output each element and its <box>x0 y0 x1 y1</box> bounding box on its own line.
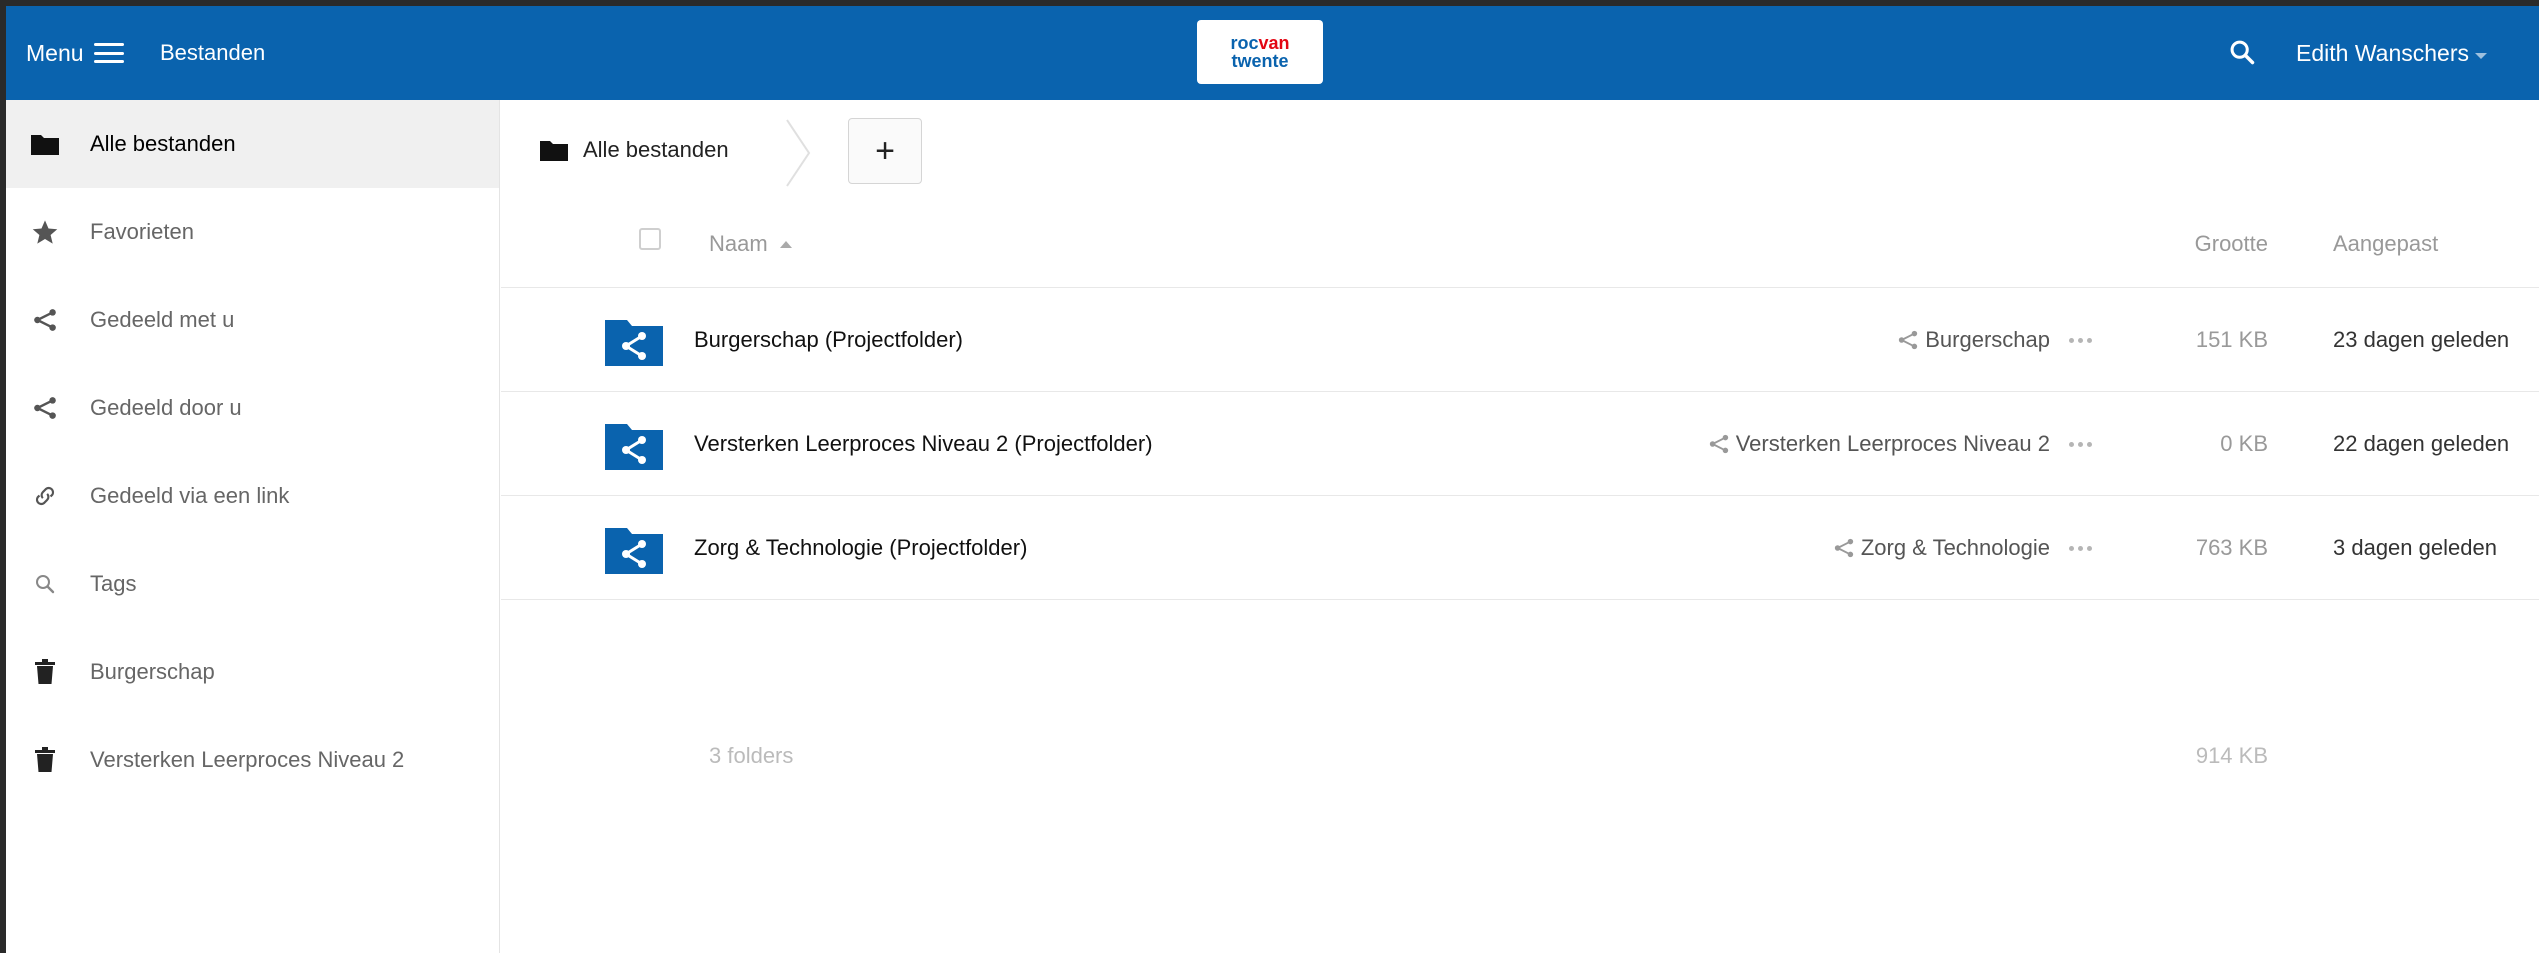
share-icon <box>1899 330 1918 350</box>
sidebar-item-label: Favorieten <box>90 219 194 244</box>
user-name: Edith Wanschers <box>2296 39 2469 66</box>
folder-count: 3 folders <box>709 743 794 768</box>
breadcrumb[interactable]: Alle bestanden <box>539 120 729 180</box>
sidebar-item-all-files[interactable]: Alle bestanden <box>6 100 499 188</box>
app-crumb[interactable]: Bestanden <box>160 6 265 100</box>
sidebar-item-shared-by-you[interactable]: Gedeeld door u <box>6 364 499 452</box>
logo-text-roc: roc <box>1230 33 1259 53</box>
column-header-modified[interactable]: Aangepast <box>2333 200 2438 288</box>
file-name[interactable]: Versterken Leerproces Niveau 2 (Projectf… <box>694 392 1153 496</box>
file-name[interactable]: Burgerschap (Projectfolder) <box>694 288 963 392</box>
hamburger-icon <box>93 43 124 63</box>
file-modified: 22 dagen geleden <box>2333 431 2510 456</box>
shared-folder-icon <box>605 320 663 366</box>
sidebar-item-label: Alle bestanden <box>90 131 236 156</box>
trash-icon <box>28 655 62 689</box>
search-icon <box>28 567 62 601</box>
sidebar-item-label: Gedeeld door u <box>90 395 242 420</box>
file-modified: 23 dagen geleden <box>2333 327 2510 352</box>
column-header-size[interactable]: Grootte <box>2195 200 2268 288</box>
breadcrumb-separator-icon <box>786 119 811 187</box>
sidebar-item-label: Gedeeld via een link <box>90 483 290 508</box>
table-row[interactable]: Versterken Leerproces Niveau 2 (Projectf… <box>501 392 2539 496</box>
folder-icon <box>28 127 62 161</box>
share-icon <box>1709 434 1728 454</box>
sidebar-item-shared-via-link[interactable]: Gedeeld via een link <box>6 452 499 540</box>
sidebar-item-label: Versterken Leerproces Niveau 2 <box>90 747 405 772</box>
share-icon <box>1834 538 1853 558</box>
add-new-button[interactable]: + <box>848 118 922 184</box>
logo-text-twente: twente <box>1231 51 1289 71</box>
caret-down-icon <box>2475 53 2487 59</box>
top-header: Menu Bestanden rocvan twente Edith Wansc… <box>6 6 2539 100</box>
column-header-name-label: Naam <box>709 231 768 256</box>
share-indicator[interactable]: Zorg & Technologie <box>1833 496 2050 600</box>
user-menu[interactable]: Edith Wanschers <box>2296 6 2487 100</box>
sidebar-item-shared-with-you[interactable]: Gedeeld met u <box>6 276 499 364</box>
shared-folder-icon <box>605 424 663 470</box>
file-size: 0 KB <box>2220 431 2268 456</box>
sidebar: Alle bestanden Favorieten Gedeeld met u … <box>6 100 500 953</box>
sidebar-item-label: Gedeeld met u <box>90 307 235 332</box>
share-label: Burgerschap <box>1925 327 2050 352</box>
file-list-summary: 3 folders 914 KB <box>501 704 2539 808</box>
more-actions-icon[interactable] <box>2069 496 2092 600</box>
file-size: 151 KB <box>2195 327 2268 352</box>
menu-button[interactable]: Menu <box>26 6 124 100</box>
table-row[interactable]: Burgerschap (Projectfolder) Burgerschap … <box>501 288 2539 392</box>
file-list-area: Alle bestanden + Naam Grootte Aangepast … <box>501 100 2539 953</box>
sort-ascending-icon <box>779 240 792 248</box>
more-actions-icon[interactable] <box>2069 392 2092 496</box>
sidebar-item-tags[interactable]: Tags <box>6 540 499 628</box>
sidebar-item-favorites[interactable]: Favorieten <box>6 188 499 276</box>
select-all-checkbox[interactable] <box>639 228 661 250</box>
link-icon <box>28 479 62 513</box>
search-icon[interactable] <box>2228 38 2256 66</box>
sidebar-item-label: Burgerschap <box>90 659 215 684</box>
menu-label: Menu <box>26 39 84 66</box>
trash-icon <box>28 743 62 777</box>
logo[interactable]: rocvan twente <box>1197 20 1323 84</box>
share-icon <box>28 391 62 425</box>
breadcrumb-label: Alle bestanden <box>583 137 729 162</box>
table-row[interactable]: Zorg & Technologie (Projectfolder) Zorg … <box>501 496 2539 600</box>
total-size: 914 KB <box>2195 743 2268 768</box>
file-size: 763 KB <box>2195 535 2268 560</box>
share-label: Zorg & Technologie <box>1860 535 2050 560</box>
sidebar-item-label: Tags <box>90 571 137 596</box>
star-icon <box>28 215 62 249</box>
folder-icon <box>539 138 569 162</box>
sidebar-item-trash-burgerschap[interactable]: Burgerschap <box>6 628 499 716</box>
sidebar-item-trash-versterken[interactable]: Versterken Leerproces Niveau 2 <box>6 716 499 804</box>
logo-text-van: van <box>1258 33 1290 53</box>
file-modified: 3 dagen geleden <box>2333 535 2497 560</box>
more-actions-icon[interactable] <box>2069 288 2092 392</box>
shared-folder-icon <box>605 528 663 574</box>
file-name[interactable]: Zorg & Technologie (Projectfolder) <box>694 496 1027 600</box>
share-label: Versterken Leerproces Niveau 2 <box>1735 431 2050 456</box>
share-indicator[interactable]: Burgerschap <box>1897 288 2050 392</box>
share-icon <box>28 303 62 337</box>
share-indicator[interactable]: Versterken Leerproces Niveau 2 <box>1708 392 2050 496</box>
column-header-name[interactable]: Naam <box>709 200 792 288</box>
